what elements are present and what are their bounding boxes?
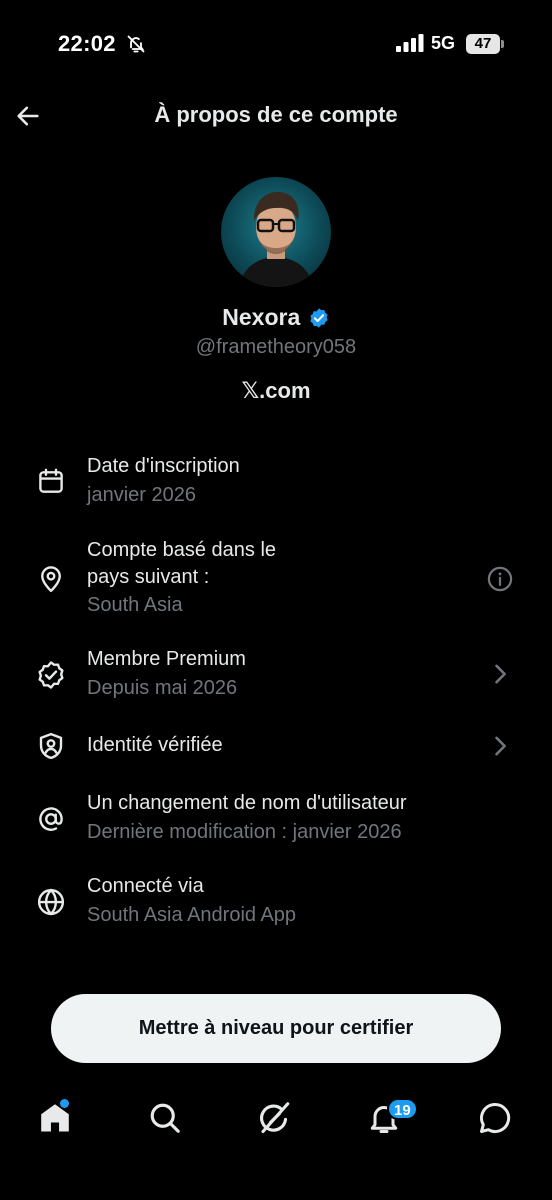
chat-icon[interactable] [477, 1100, 513, 1136]
verified-badge-icon [310, 307, 328, 328]
location-pin-icon [41, 566, 61, 593]
network-type: 5G [431, 33, 456, 53]
signal-icon [396, 34, 424, 52]
profile-name: Nexora [222, 304, 301, 330]
chevron-right-icon [495, 664, 506, 684]
info-icon[interactable] [486, 565, 514, 593]
row-title: Membre Premium [87, 648, 246, 670]
home-unread-dot [60, 1099, 69, 1108]
row-title: Un changement de nom d'utilisateur [87, 792, 407, 814]
row-title: Date d'inscription [87, 455, 240, 477]
battery-icon: 47 [466, 34, 504, 54]
row-title: Identité vérifiée [87, 734, 223, 756]
status-time: 22:02 [58, 31, 116, 56]
globe-icon [37, 888, 65, 916]
profile-handle: @frametheory058 [195, 336, 357, 358]
upgrade-button[interactable]: Mettre à niveau pour certifier [51, 994, 501, 1063]
chevron-right-icon [495, 736, 506, 756]
battery-level: 47 [474, 35, 492, 52]
row-title-line1: Compte basé dans le [87, 539, 277, 561]
avatar-portrait [239, 191, 313, 287]
verified-badge-outline-icon [38, 661, 64, 689]
avatar[interactable] [221, 177, 331, 287]
notifications-badge: 19 [387, 1098, 418, 1120]
row-subtitle: janvier 2026 [87, 484, 196, 506]
row-subtitle: South Asia [87, 594, 183, 616]
calendar-icon [39, 468, 63, 493]
profile-name-row: Nexora [0, 304, 552, 331]
row-subtitle: South Asia Android App [87, 904, 297, 926]
shield-user-icon [39, 732, 63, 760]
row-subtitle: Dernière modification : janvier 2026 [87, 821, 402, 843]
status-bar: 22:02 5G 47 [0, 0, 552, 90]
page-title: À propos de ce compte [154, 102, 398, 127]
grok-icon[interactable] [257, 1100, 293, 1136]
search-icon[interactable] [147, 1100, 183, 1136]
bottom-nav [0, 1080, 552, 1160]
bell-muted-icon [127, 35, 145, 53]
site-label: 𝕏.com [241, 378, 311, 403]
at-sign-icon [39, 807, 63, 831]
row-title-line2: pays suivant : [87, 566, 210, 588]
row-subtitle: Depuis mai 2026 [87, 677, 238, 699]
row-title: Connecté via [87, 875, 204, 897]
